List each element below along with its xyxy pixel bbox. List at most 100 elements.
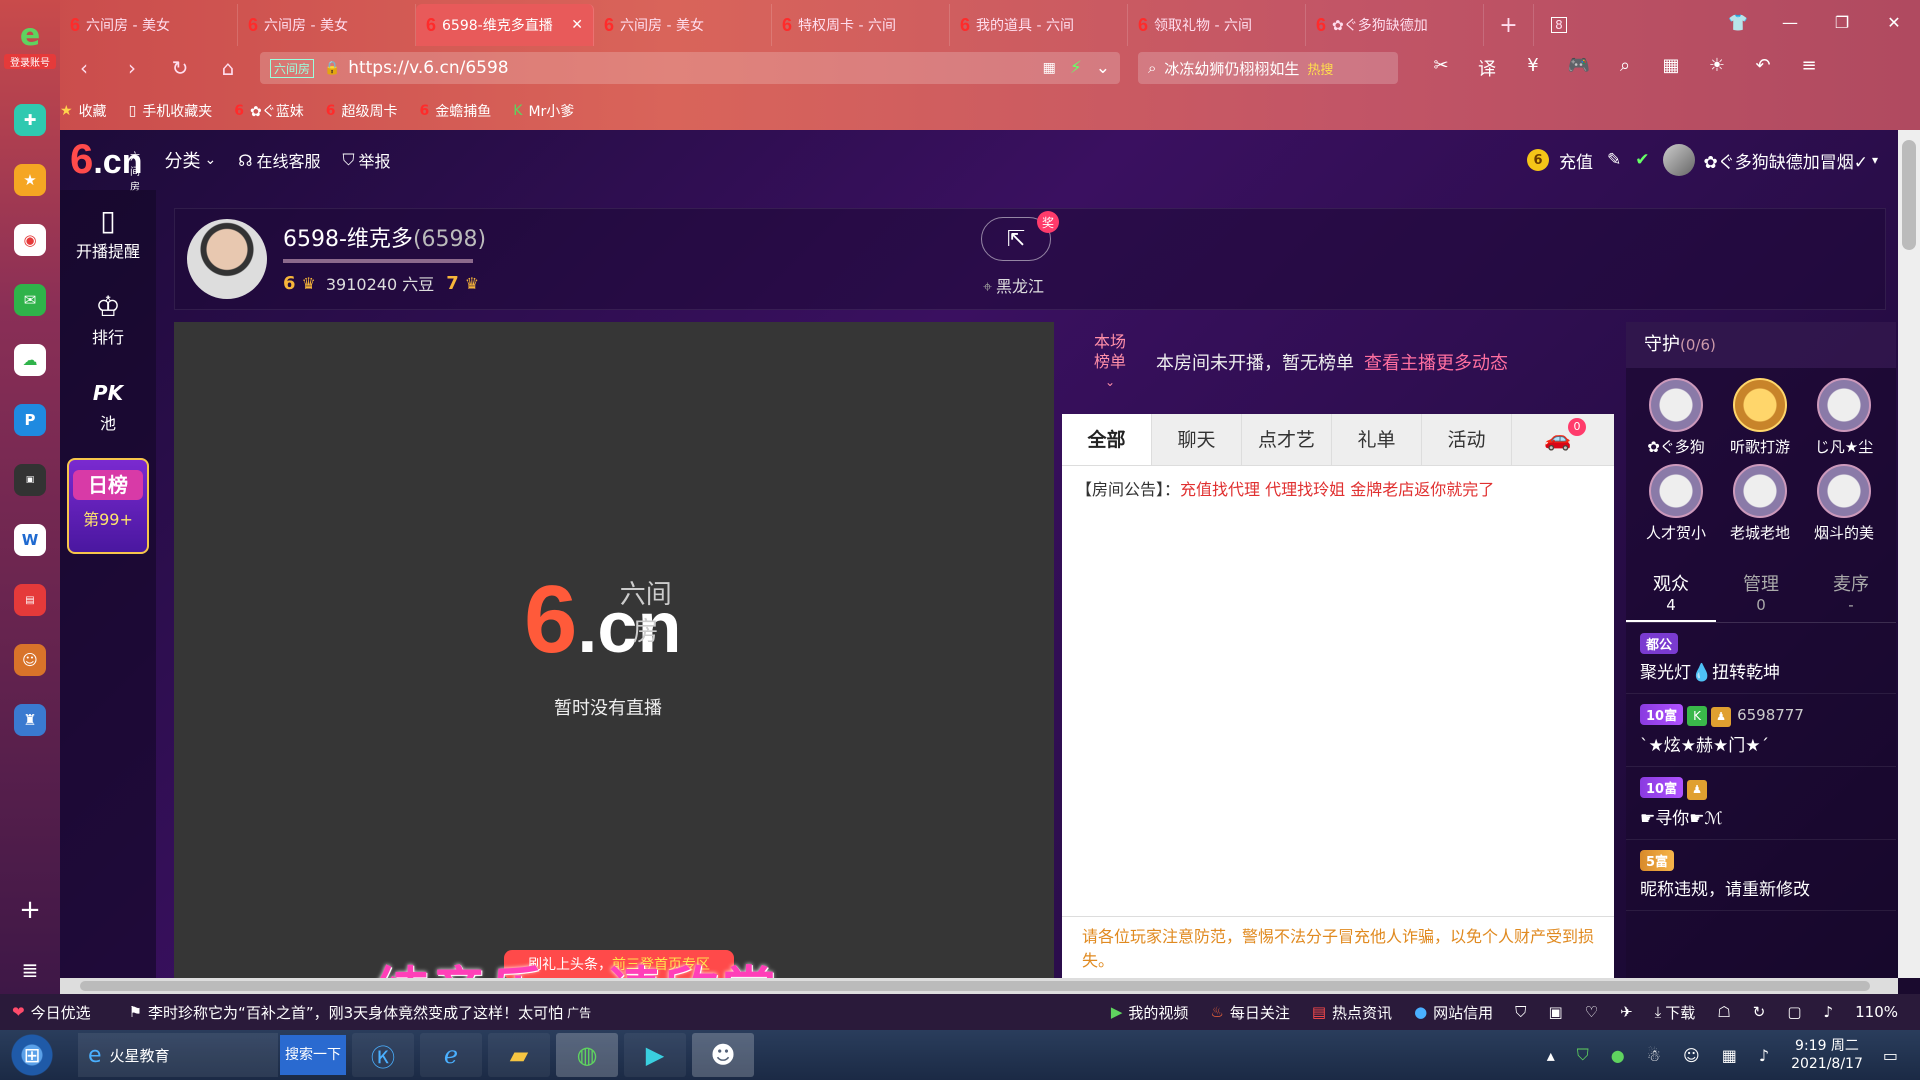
speed-icon[interactable]: ✈: [1620, 1003, 1633, 1021]
ranking-button[interactable]: ♔ 排行: [60, 276, 156, 362]
sidebar-app-8[interactable]: W: [0, 510, 60, 570]
recharge-link[interactable]: 充值: [1559, 148, 1593, 173]
start-button[interactable]: ⊞: [6, 1032, 58, 1078]
sidebar-app-5[interactable]: ☁: [0, 330, 60, 390]
avatar[interactable]: [1663, 144, 1696, 176]
daily-rank-badge[interactable]: 日榜 第99+: [67, 458, 149, 554]
category-menu[interactable]: 分类 ⌄: [164, 147, 216, 173]
sidebar-app-4[interactable]: ✉: [0, 270, 60, 330]
tab-1[interactable]: 6 六间房 - 美女: [238, 4, 416, 46]
grid-icon[interactable]: ▦: [1648, 55, 1694, 81]
skin-icon[interactable]: 👕: [1712, 13, 1764, 32]
live-reminder-button[interactable]: ▯ 开播提醒: [60, 190, 156, 276]
security-icon[interactable]: ⛉: [1577, 1045, 1589, 1065]
refresh-icon[interactable]: ↻: [1753, 1003, 1766, 1021]
taskbar-search-box[interactable]: e 火星教育: [78, 1033, 278, 1077]
tab-6[interactable]: 6 领取礼物 - 六间: [1128, 4, 1306, 46]
report-link[interactable]: ⛉ 举报: [342, 148, 390, 172]
tray-app-icon[interactable]: ●: [1611, 1046, 1625, 1065]
tab-talent[interactable]: 点才艺: [1242, 414, 1332, 465]
viewer-item[interactable]: 都公 聚光灯💧扭转乾坤: [1626, 623, 1896, 694]
forward-icon[interactable]: ›: [108, 56, 156, 80]
scissors-icon[interactable]: ✂: [1418, 55, 1464, 81]
my-videos[interactable]: ▶ 我的视频: [1111, 1002, 1189, 1023]
bookmark-favorites[interactable]: ★ 收藏: [60, 101, 107, 121]
tab-gifts[interactable]: 礼单: [1332, 414, 1422, 465]
verified-icon[interactable]: ✔: [1635, 150, 1649, 170]
tab-7[interactable]: 6 ✿ぐ多狗缺德加: [1306, 4, 1484, 46]
coin-icon[interactable]: ¥: [1510, 55, 1556, 81]
video-player[interactable]: 6 .cn 六间房 暂时没有直播 刷礼上头条，前三登首页专区: [174, 322, 1054, 978]
download-button[interactable]: ⤓ 下载: [1655, 1002, 1696, 1023]
tab-0[interactable]: 6 六间房 - 美女: [60, 4, 238, 46]
volume-icon[interactable]: ♪: [1824, 1003, 1834, 1021]
bookmark-mobile[interactable]: ▯ 手机收藏夹: [129, 101, 213, 121]
site-credit[interactable]: ● 网站信用: [1414, 1002, 1493, 1023]
heart-outline-icon[interactable]: ♡: [1585, 1003, 1598, 1021]
tab-5[interactable]: 6 我的道具 - 六间: [950, 4, 1128, 46]
search-input[interactable]: ⌕ 冰冻幼狮仍栩栩如生 热搜: [1138, 52, 1398, 84]
horizontal-scrollbar[interactable]: [60, 978, 1898, 994]
chevron-down-icon[interactable]: ▾: [1872, 153, 1878, 167]
flash-icon[interactable]: ⚡: [1070, 58, 1082, 78]
speaker-icon[interactable]: ♪: [1759, 1046, 1769, 1065]
image-icon[interactable]: ▣: [1548, 1003, 1562, 1021]
tab-count-badge[interactable]: 8: [1534, 4, 1584, 46]
viewer-item[interactable]: 5富 昵称违规，请重新修改: [1626, 840, 1896, 911]
rank-label[interactable]: 本场 榜单 ⌄: [1080, 332, 1140, 392]
undo-icon[interactable]: ↶: [1740, 55, 1786, 81]
news-ticker[interactable]: ⚑ 李时珍称它为“百补之首”，刚3天身体竟然变成了这样！太可怕 广告: [129, 1002, 592, 1023]
tab-4[interactable]: 6 特权周卡 - 六间: [772, 4, 950, 46]
sidebar-app-11[interactable]: ♜: [0, 690, 60, 750]
tab-audience[interactable]: 观众 4: [1626, 564, 1716, 622]
qr-icon[interactable]: ▦: [1043, 60, 1056, 76]
bookmark-3[interactable]: 6 超级周卡: [326, 101, 398, 121]
chat-tray-icon[interactable]: ☺: [1683, 1046, 1700, 1065]
penguin-icon[interactable]: ☃: [1647, 1046, 1661, 1065]
add-app-icon[interactable]: +: [0, 880, 60, 940]
username[interactable]: ✿ぐ多狗缺德加冒烟✓: [1703, 148, 1868, 173]
hot-news[interactable]: ▤ 热点资讯: [1312, 1002, 1392, 1023]
translate-icon[interactable]: 译: [1464, 55, 1510, 81]
tray-arrow-icon[interactable]: ▴: [1547, 1046, 1555, 1065]
close-window-icon[interactable]: ✕: [1868, 13, 1920, 32]
scroll-thumb[interactable]: [80, 981, 1870, 991]
shield-icon[interactable]: ⛉: [1515, 1003, 1526, 1021]
taskbar-app-browser[interactable]: ◍: [556, 1033, 618, 1077]
host-avatar[interactable]: [187, 219, 267, 299]
edit-icon[interactable]: ✎: [1607, 150, 1621, 170]
sidebar-app-6[interactable]: P: [0, 390, 60, 450]
taskbar-app-ie[interactable]: ℯ: [420, 1033, 482, 1077]
guard-member[interactable]: 老城老地: [1718, 464, 1802, 550]
service-link[interactable]: ☊ 在线客服: [238, 148, 320, 172]
sidebar-app-10[interactable]: ☺: [0, 630, 60, 690]
taskbar-app-avatar[interactable]: ☻: [692, 1033, 754, 1077]
guard-member[interactable]: ✿ぐ多狗: [1634, 378, 1718, 464]
taskbar-app-k[interactable]: Ⓚ: [352, 1033, 414, 1077]
brightness-icon[interactable]: ☀: [1694, 55, 1740, 81]
window-icon[interactable]: ▢: [1787, 1003, 1801, 1021]
address-bar[interactable]: 六间房 🔒 https://v.6.cn/6598 ▦ ⚡ ⌄: [260, 52, 1120, 84]
tab-2-active[interactable]: 6 6598-维克多直播 ✕: [416, 4, 594, 46]
back-icon[interactable]: ‹: [60, 56, 108, 80]
guard-member[interactable]: じ凡★尘: [1802, 378, 1886, 464]
network-icon[interactable]: ▦: [1722, 1046, 1737, 1065]
tab-all[interactable]: 全部: [1062, 414, 1152, 465]
minimize-icon[interactable]: —: [1764, 13, 1816, 32]
menu-icon[interactable]: ≡: [1786, 55, 1832, 81]
today-picks[interactable]: ❤ 今日优选: [12, 1002, 91, 1023]
sidebar-app-1[interactable]: ✚: [0, 90, 60, 150]
tab-admins[interactable]: 管理 0: [1716, 564, 1806, 622]
tab-mic-queue[interactable]: 麦序 -: [1806, 564, 1896, 622]
refresh-icon[interactable]: ↻: [156, 56, 204, 80]
gamepad-icon[interactable]: 🎮: [1556, 55, 1602, 81]
taskbar-app-player[interactable]: ▶: [624, 1033, 686, 1077]
guard-member[interactable]: 烟斗的美: [1802, 464, 1886, 550]
list-icon[interactable]: ≣: [0, 940, 60, 1000]
restore-icon[interactable]: ❐: [1816, 13, 1868, 32]
daily-follow[interactable]: ♨ 每日关注: [1210, 1002, 1289, 1023]
host-dynamics-link[interactable]: 查看主播更多动态: [1364, 349, 1508, 375]
bookmark-4[interactable]: 6 金蟾捕鱼: [420, 101, 492, 121]
home-icon[interactable]: ⌂: [204, 56, 252, 80]
game-icon[interactable]: ☖: [1717, 1003, 1730, 1021]
